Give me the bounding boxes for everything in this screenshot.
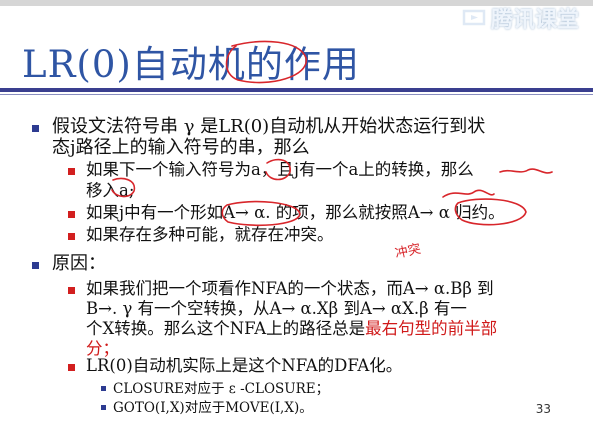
bullet-level3: [101, 405, 106, 410]
highlighted-text: 最右句型的前半部: [365, 319, 498, 338]
bullet-level2: [68, 211, 75, 218]
bullet-level2: [68, 233, 75, 240]
text-line: 移入a;: [86, 181, 135, 200]
text-line: 个X转换。那么这个NFA上的路径总是最右句型的前半部: [86, 320, 497, 338]
text-line: 假设文法符号串 γ 是LR(0)自动机从开始状态运行到状: [52, 116, 486, 137]
text-segment: 个X转换。那么这个NFA上的路径总是: [86, 319, 366, 338]
page-number: 33: [535, 402, 551, 416]
bullet-level3: [101, 386, 106, 391]
text-line: GOTO(I,X)对应于MOVE(I,X)。: [113, 400, 313, 416]
bullet-level1: [32, 262, 39, 269]
text-line: 态j路径上的输入符号的串，那么: [52, 137, 310, 158]
text-line: 原因：: [52, 253, 106, 274]
text-line: 如果j中有一个形如A→ α. 的项，那么就按照A→ α 归约。: [86, 203, 505, 222]
text-line: 如果存在多种可能，就存在冲突。: [86, 225, 334, 244]
bullet-level2: [68, 364, 75, 371]
text-line: LR(0)自动机实际上是这个NFA的DFA化。: [86, 356, 403, 375]
text-line: 如果我们把一个项看作NFA的一个状态，而A→ α.Bβ 到: [86, 279, 494, 298]
slide-body: 假设文法符号串 γ 是LR(0)自动机从开始状态运行到状 态j路径上的输入符号的…: [0, 0, 593, 433]
text-line: CLOSURE对应于 ε -CLOSURE；: [113, 381, 330, 397]
bullet-level1: [32, 125, 39, 132]
bullet-level2: [68, 287, 75, 294]
bullet-level2: [68, 168, 75, 175]
text-line: 如果下一个输入符号为a，且j有一个a上的转换，那么: [86, 160, 474, 179]
text-line: B→. γ 有一个空转换，从A→ α.Xβ 到A→ αX.β 有一: [86, 299, 467, 318]
